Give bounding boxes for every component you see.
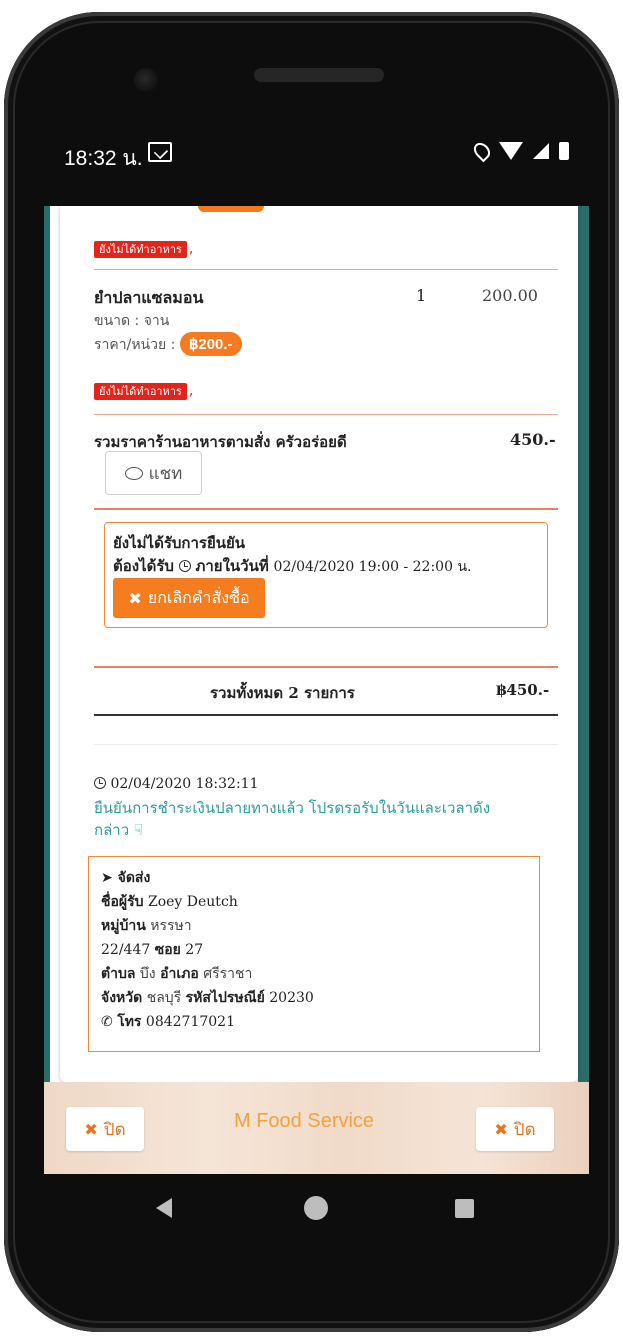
house-row: 22/447 ซอย 27 [101, 939, 203, 961]
signal-icon [533, 143, 549, 159]
order-card: ยังไม่ได้ทำอาหาร, ยำปลาแซลมอน 1 200.00 ข… [60, 206, 578, 1082]
divider [94, 666, 558, 668]
status-icons [470, 139, 569, 163]
app-title: M Food Service [234, 1110, 375, 1132]
item-name: ยำปลาแซลมอน [94, 288, 204, 307]
close-button-right[interactable]: ✖ ปิด [476, 1107, 554, 1151]
recent-apps-icon[interactable] [455, 1199, 474, 1218]
recipient-row: ชื่อผู้รับ Zoey Deutch [101, 891, 238, 913]
delivery-address-box: ➤ จัดส่ง ชื่อผู้รับ Zoey Deutch หมู่บ้าน… [88, 856, 540, 1052]
district-label: อำเภอ [160, 966, 199, 982]
payment-message: ยืนยันการชำระเงินปลายทางแล้ว โปรดรอรับใน… [94, 799, 491, 817]
item-price: 200.00 [482, 286, 538, 305]
delivery-title-row: ➤ จัดส่ง [101, 867, 150, 889]
divider [94, 414, 558, 415]
payment-timestamp-row: 02/04/2020 18:32:11 [94, 776, 258, 792]
province-value: ชลบุรี [146, 990, 182, 1006]
divider [94, 269, 558, 270]
cancel-order-button[interactable]: ✖ ยกเลิกคำสั่งซื้อ [113, 578, 265, 618]
delivery-title: จัดส่ง [117, 870, 151, 886]
message-icon [148, 142, 172, 162]
close-label: ปิด [513, 1119, 536, 1140]
location-icon [470, 139, 494, 163]
front-camera [134, 68, 158, 92]
receive-datetime: 02/04/2020 19:00 - 22:00 น. [273, 559, 472, 575]
district-value: ศรีราชา [203, 966, 253, 982]
send-arrow-icon: ➤ [101, 870, 113, 886]
village-row: หมู่บ้าน หรรษา [101, 915, 192, 937]
confirm-title: ยังไม่ได้รับการยืนยัน [113, 534, 246, 552]
postcode-label: รหัสไปรษณีย์ [185, 990, 265, 1006]
item-qty: 1 [416, 286, 427, 305]
soi-label: ซอย [154, 942, 181, 958]
phone-value: 0842717021 [145, 1014, 235, 1030]
subdistrict-label: ตำบล [101, 966, 136, 982]
status-bar: 18:32 น. [44, 138, 589, 178]
status-badge: ยังไม่ได้ทำอาหาร [94, 383, 187, 400]
battery-icon [559, 142, 569, 160]
close-icon: ✖ [128, 588, 142, 608]
status-time: 18:32 น. [64, 147, 143, 170]
price-pill-partial [198, 206, 264, 212]
earpiece-speaker [254, 68, 384, 82]
thumbs-down-icon: ☟ [133, 821, 144, 839]
item-size: ขนาด : จาน [94, 313, 170, 329]
unit-price-pill: ฿200.- [179, 332, 242, 356]
item1-status: ยังไม่ได้ทำอาหาร, [94, 238, 193, 258]
recipient-name: Zoey Deutch [147, 894, 238, 910]
grand-total-value: ฿450.- [496, 681, 550, 699]
confirmation-box: ยังไม่ได้รับการยืนยัน ต้องได้รับ ภายในวั… [104, 522, 548, 628]
payment-message-cont: กล่าว ☟ [94, 818, 143, 842]
clock-icon [94, 777, 106, 789]
chat-bubble-icon [124, 466, 143, 480]
back-icon[interactable] [156, 1198, 172, 1218]
close-button-left[interactable]: ✖ ปิด [66, 1107, 144, 1151]
receive-label: ต้องได้รับ [113, 557, 174, 575]
unit-price-label: ราคา/หน่วย : [94, 337, 176, 353]
close-icon: ✖ [84, 1119, 98, 1139]
divider [94, 508, 558, 510]
village-name: หรรษา [150, 918, 192, 934]
soi-value: 27 [185, 942, 204, 958]
divider [94, 714, 558, 716]
divider [94, 744, 558, 745]
modal-footer: ✖ ปิด M Food Service ✖ ปิด [44, 1082, 589, 1174]
order-modal: ยังไม่ได้ทำอาหาร, ยำปลาแซลมอน 1 200.00 ข… [50, 206, 578, 1084]
phone-icon: ✆ [101, 1014, 113, 1030]
chat-button[interactable]: แชท [105, 451, 202, 495]
phone-row: ✆ โทร 0842717021 [101, 1011, 235, 1033]
house-number: 22/447 [101, 942, 151, 958]
wifi-icon [499, 142, 523, 160]
grand-total-label: รวมทั้งหมด 2 รายการ [210, 684, 355, 702]
payment-message-cont-text: กล่าว [94, 821, 130, 839]
app-screen: ยังไม่ได้ทำอาหาร, ยำปลาแซลมอน 1 200.00 ข… [44, 206, 589, 1174]
payment-timestamp: 02/04/2020 18:32:11 [110, 776, 259, 792]
restaurant-total-value: 450.- [510, 430, 556, 449]
close-label: ปิด [103, 1119, 126, 1140]
subdistrict-value: บึง [139, 966, 156, 982]
phone-label: โทร [117, 1014, 142, 1030]
status-badge: ยังไม่ได้ทำอาหาร [94, 241, 187, 258]
province-row: จังหวัด ชลบุรี รหัสไปรษณีย์ 20230 [101, 987, 314, 1009]
recipient-label: ชื่อผู้รับ [101, 894, 144, 910]
close-icon: ✖ [494, 1119, 508, 1139]
village-label: หมู่บ้าน [101, 918, 146, 934]
android-nav-bar [44, 1174, 589, 1244]
item2-status: ยังไม่ได้ทำอาหาร, [94, 380, 193, 400]
within-label: ภายในวันที่ [195, 557, 269, 575]
province-label: จังหวัด [101, 990, 143, 1006]
clock-icon [178, 560, 191, 572]
postcode-value: 20230 [269, 990, 314, 1006]
item-unit-price-row: ราคา/หน่วย : ฿200.- [94, 332, 242, 356]
cancel-label: ยกเลิกคำสั่งซื้อ [147, 587, 250, 607]
subdistrict-row: ตำบล บึง อำเภอ ศรีราชา [101, 963, 252, 985]
home-icon[interactable] [304, 1196, 328, 1220]
chat-label: แชท [148, 463, 183, 484]
receive-row: ต้องได้รับ ภายในวันที่ 02/04/2020 19:00 … [113, 554, 471, 578]
